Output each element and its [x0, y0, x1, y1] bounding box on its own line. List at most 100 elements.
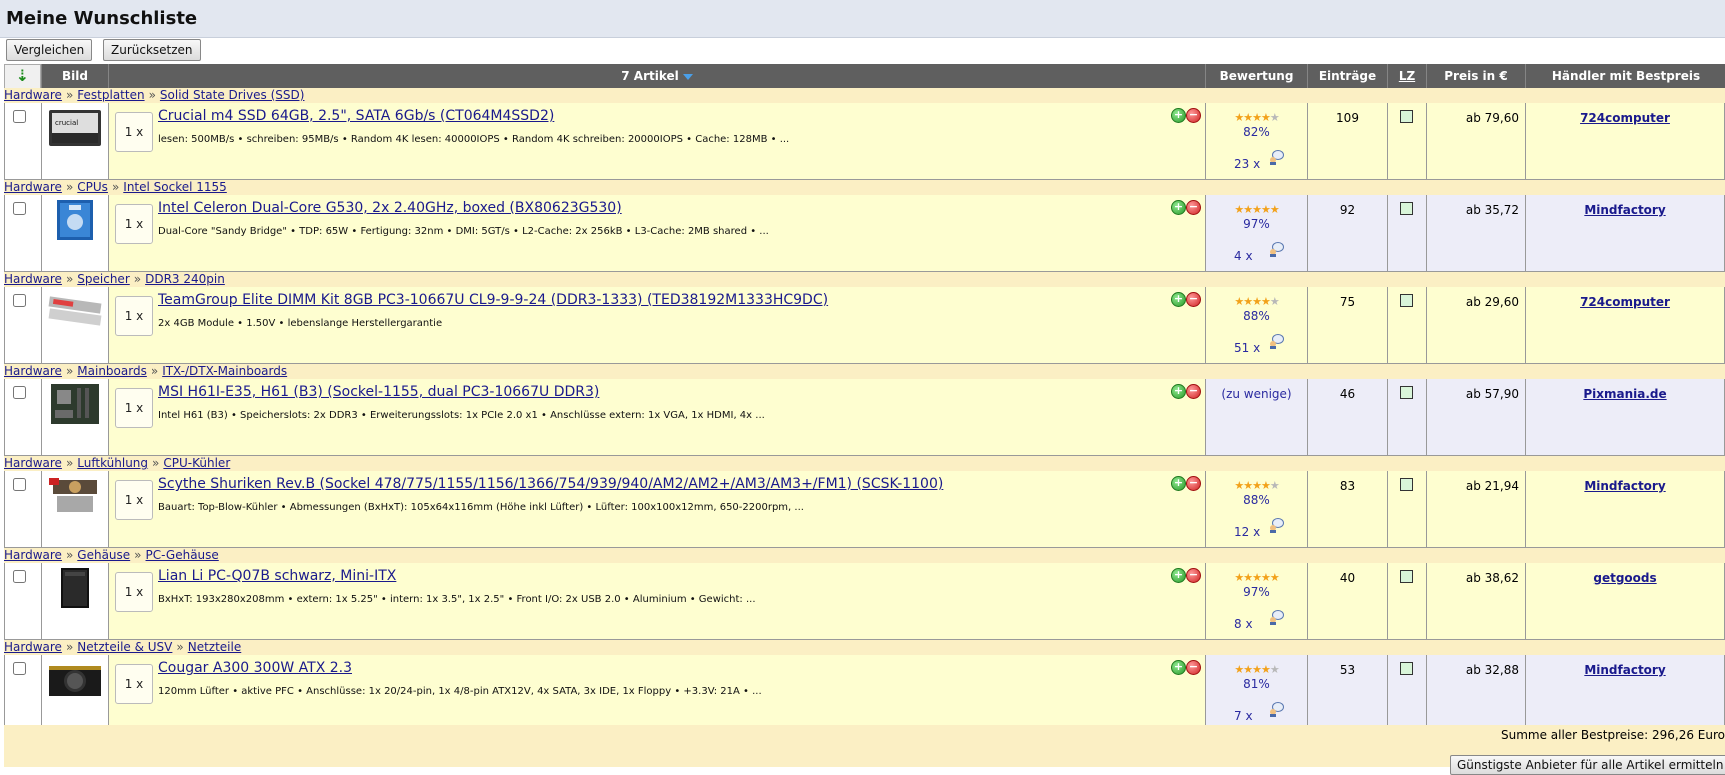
dealer-link[interactable]: 724computer — [1526, 295, 1724, 309]
review-bubble-icon[interactable] — [1268, 609, 1284, 625]
breadcrumb-link[interactable]: DDR3 240pin — [145, 272, 225, 286]
lz-checkbox[interactable] — [1400, 570, 1413, 583]
review-count[interactable]: 7 x — [1234, 709, 1253, 723]
rating-percent[interactable]: 82% — [1206, 125, 1307, 139]
review-count[interactable]: 12 x — [1234, 525, 1260, 539]
breadcrumb-link[interactable]: Netzteile & USV — [77, 640, 172, 654]
dealer-link[interactable]: Mindfactory — [1526, 203, 1724, 217]
product-image[interactable] — [47, 200, 103, 240]
plus-icon[interactable]: + — [1171, 660, 1186, 675]
review-count[interactable]: 51 x — [1234, 341, 1260, 355]
col-dealer-header[interactable]: Händler mit Bestpreis — [1525, 64, 1725, 88]
product-name-link[interactable]: Crucial m4 SSD 64GB, 2.5", SATA 6Gb/s (C… — [158, 108, 554, 124]
review-bubble-icon[interactable] — [1268, 517, 1284, 533]
minus-icon[interactable]: − — [1186, 108, 1201, 123]
select-checkbox[interactable] — [13, 478, 26, 491]
lz-checkbox[interactable] — [1400, 478, 1413, 491]
breadcrumb-link[interactable]: Hardware — [4, 456, 62, 470]
select-checkbox[interactable] — [13, 662, 26, 675]
minus-icon[interactable]: − — [1186, 292, 1201, 307]
product-image[interactable] — [47, 384, 103, 424]
breadcrumb-link[interactable]: Netzteile — [188, 640, 242, 654]
dealer-link[interactable]: Mindfactory — [1526, 479, 1724, 493]
breadcrumb-link[interactable]: Hardware — [4, 272, 62, 286]
minus-icon[interactable]: − — [1186, 384, 1201, 399]
col-articles-header[interactable]: 7 Artikel — [108, 64, 1205, 88]
product-image[interactable] — [47, 660, 103, 700]
review-bubble-icon[interactable] — [1268, 701, 1284, 717]
breadcrumb-link[interactable]: ITX-/DTX-Mainboards — [162, 364, 287, 378]
col-price-header[interactable]: Preis in € — [1426, 64, 1525, 88]
find-cheapest-button[interactable]: Günstigste Anbieter für alle Artikel erm… — [1450, 755, 1725, 775]
dealer-link[interactable]: Mindfactory — [1526, 663, 1724, 677]
review-bubble-icon[interactable] — [1268, 149, 1284, 165]
review-count[interactable]: 23 x — [1234, 157, 1260, 171]
col-lz-header[interactable]: LZ — [1387, 64, 1426, 88]
breadcrumb-link[interactable]: CPU-Kühler — [163, 456, 230, 470]
breadcrumb-link[interactable]: PC-Gehäuse — [146, 548, 219, 562]
review-count[interactable]: 4 x — [1234, 249, 1253, 263]
dealer-link[interactable]: 724computer — [1526, 111, 1724, 125]
quantity-field[interactable]: 1 x — [115, 480, 153, 520]
breadcrumb-link[interactable]: Luftkühlung — [77, 456, 148, 470]
dealer-link[interactable]: getgoods — [1526, 571, 1724, 585]
lz-checkbox[interactable] — [1400, 662, 1413, 675]
review-bubble-icon[interactable] — [1268, 333, 1284, 349]
breadcrumb-link[interactable]: Solid State Drives (SSD) — [160, 88, 305, 102]
product-image[interactable] — [47, 292, 103, 332]
quantity-field[interactable]: 1 x — [115, 664, 153, 704]
col-rating-header[interactable]: Bewertung — [1205, 64, 1307, 88]
quantity-field[interactable]: 1 x — [115, 204, 153, 244]
rating-percent[interactable]: 97% — [1206, 585, 1307, 599]
select-checkbox[interactable] — [13, 294, 26, 307]
breadcrumb-link[interactable]: Intel Sockel 1155 — [123, 180, 227, 194]
minus-icon[interactable]: − — [1186, 476, 1201, 491]
plus-icon[interactable]: + — [1171, 200, 1186, 215]
lz-checkbox[interactable] — [1400, 386, 1413, 399]
product-name-link[interactable]: MSI H61I-E35, H61 (B3) (Sockel-1155, dua… — [158, 384, 599, 400]
minus-icon[interactable]: − — [1186, 568, 1201, 583]
breadcrumb-link[interactable]: Mainboards — [77, 364, 147, 378]
rating-percent[interactable]: 88% — [1206, 493, 1307, 507]
select-checkbox[interactable] — [13, 110, 26, 123]
product-image[interactable] — [47, 476, 103, 516]
breadcrumb-link[interactable]: CPUs — [77, 180, 108, 194]
breadcrumb-link[interactable]: Hardware — [4, 88, 62, 102]
breadcrumb-link[interactable]: Hardware — [4, 364, 62, 378]
plus-icon[interactable]: + — [1171, 292, 1186, 307]
plus-icon[interactable]: + — [1171, 476, 1186, 491]
rating-percent[interactable]: 88% — [1206, 309, 1307, 323]
col-entries-header[interactable]: Einträge — [1307, 64, 1387, 88]
product-image[interactable]: crucial — [47, 108, 103, 148]
lz-checkbox[interactable] — [1400, 202, 1413, 215]
rating-percent[interactable]: 97% — [1206, 217, 1307, 231]
select-checkbox[interactable] — [13, 386, 26, 399]
product-name-link[interactable]: Cougar A300 300W ATX 2.3 — [158, 660, 352, 676]
review-count[interactable]: 8 x — [1234, 617, 1253, 631]
lz-checkbox[interactable] — [1400, 110, 1413, 123]
quantity-field[interactable]: 1 x — [115, 296, 153, 336]
minus-icon[interactable]: − — [1186, 200, 1201, 215]
breadcrumb-link[interactable]: Hardware — [4, 548, 62, 562]
quantity-field[interactable]: 1 x — [115, 572, 153, 612]
reset-button[interactable]: Zurücksetzen — [103, 39, 201, 61]
review-bubble-icon[interactable] — [1268, 241, 1284, 257]
select-checkbox[interactable] — [13, 202, 26, 215]
plus-icon[interactable]: + — [1171, 384, 1186, 399]
breadcrumb-link[interactable]: Hardware — [4, 640, 62, 654]
plus-icon[interactable]: + — [1171, 108, 1186, 123]
breadcrumb-link[interactable]: Festplatten — [77, 88, 144, 102]
minus-icon[interactable]: − — [1186, 660, 1201, 675]
product-name-link[interactable]: Lian Li PC-Q07B schwarz, Mini-ITX — [158, 568, 396, 584]
quantity-field[interactable]: 1 x — [115, 388, 153, 428]
product-image[interactable] — [47, 568, 103, 608]
compare-button[interactable]: Vergleichen — [6, 39, 93, 61]
dealer-link[interactable]: Pixmania.de — [1526, 387, 1724, 401]
breadcrumb-link[interactable]: Hardware — [4, 180, 62, 194]
quantity-field[interactable]: 1 x — [115, 112, 153, 152]
product-name-link[interactable]: Scythe Shuriken Rev.B (Sockel 478/775/11… — [158, 476, 943, 492]
rating-percent[interactable]: 81% — [1206, 677, 1307, 691]
sort-down-icon[interactable]: ⇣ — [4, 64, 41, 90]
select-checkbox[interactable] — [13, 570, 26, 583]
product-name-link[interactable]: TeamGroup Elite DIMM Kit 8GB PC3-10667U … — [158, 292, 828, 308]
